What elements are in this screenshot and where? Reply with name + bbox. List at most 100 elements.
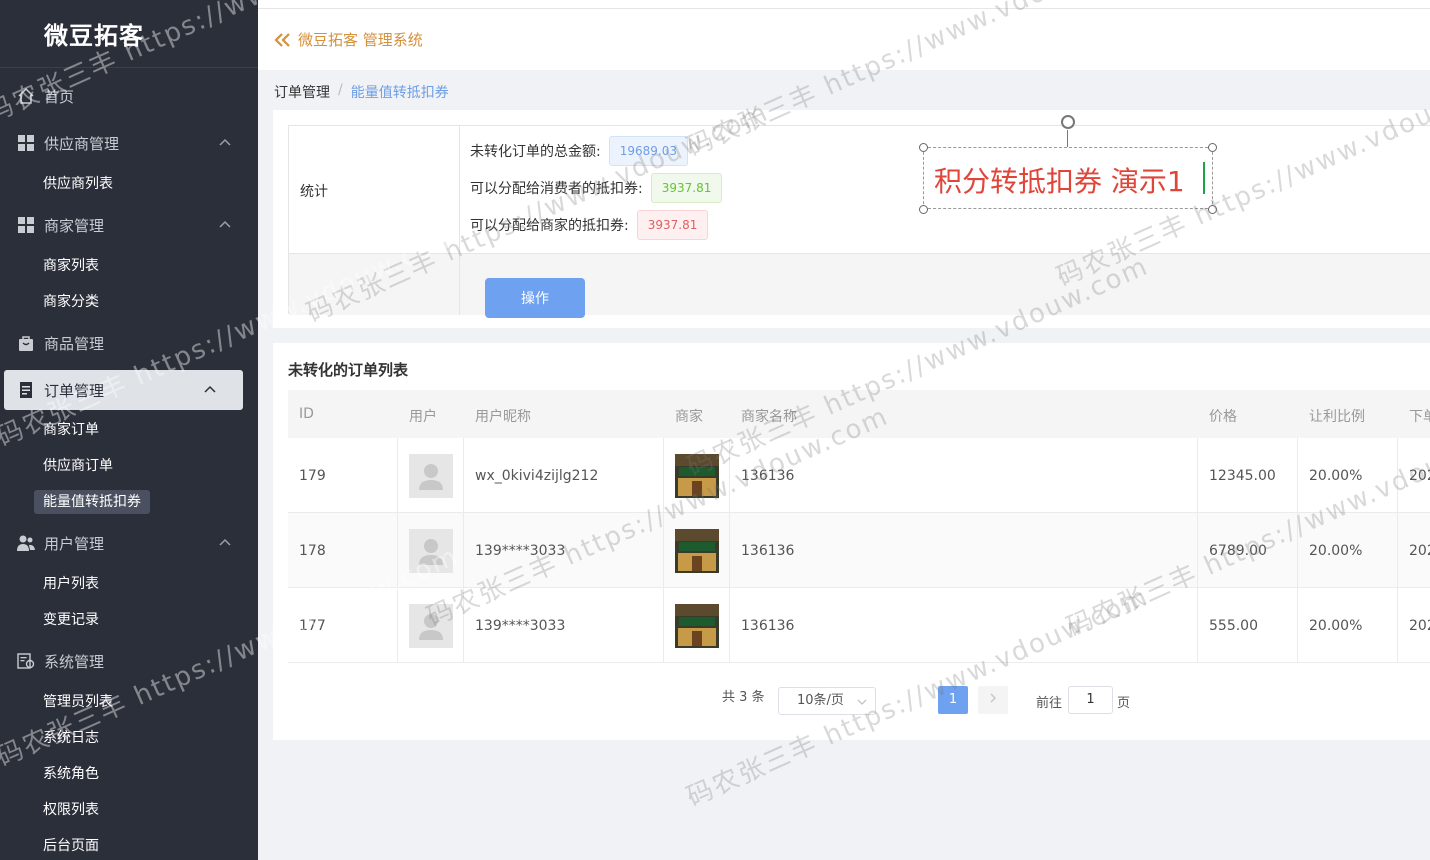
resize-handle-bottom-left[interactable] [919,205,928,214]
cell-id: 178 [288,513,398,588]
sidebar-item-system-log[interactable]: 系统日志 [43,726,99,750]
cell-merchant-name: 136136 [730,438,1198,513]
merchant-thumbnail [675,453,719,498]
table-row[interactable]: 179 wx_0kivi4zijlg212 136136 12345.00 20… [288,438,1430,513]
stats-table: 统计 未转化订单的总金额: 19689.03 可以分配给消费者的抵扣券: 393… [288,125,1430,318]
cell-price: 6789.00 [1198,513,1298,588]
sidebar-item-admin-pages[interactable]: 后台页面 [43,834,99,858]
header: 微豆拓客 管理系统 [258,8,1430,70]
chevron-down-icon [857,699,867,705]
avatar [409,528,453,573]
stat-total-badge: 19689.03 [608,136,688,166]
table-row[interactable]: 178 139****3033 136136 6789.00 20.00% 20… [288,513,1430,588]
cell-merchant [664,513,730,588]
resize-handle-bottom-right[interactable] [1208,205,1217,214]
cell-nickname: wx_0kivi4zijlg212 [464,438,664,513]
merchant-thumbnail [675,528,719,573]
col-id: ID [299,406,314,422]
sidebar-item-merchants[interactable]: 商家管理 [0,205,258,245]
stat-merchant-badge: 3937.81 [636,210,709,240]
sidebar-item-products[interactable]: 商品管理 [0,323,258,363]
stat-consumer-label: 可以分配给消费者的抵扣券: [470,181,643,197]
bag-icon [16,333,36,353]
cell-id: 179 [288,438,398,513]
collapse-sidebar-icon[interactable] [274,32,292,48]
sidebar-item-system-role[interactable]: 系统角色 [43,762,99,786]
breadcrumb: 订单管理 / 能量值转抵扣券 [274,82,449,102]
cell-user [398,438,464,513]
cell-ratio: 20.00% [1298,513,1398,588]
sidebar-item-home[interactable]: 首页 [0,76,258,116]
sidebar-item-admin-list[interactable]: 管理员列表 [43,690,113,714]
sidebar-item-user-list[interactable]: 用户列表 [43,572,99,596]
breadcrumb-separator: / [338,82,343,98]
users-icon [16,533,36,553]
page-number-current[interactable]: 1 [938,686,968,714]
home-icon [16,86,36,106]
orders-title: 未转化的订单列表 [288,361,409,379]
stats-action-row [289,253,1430,315]
sidebar-item-energy-voucher[interactable]: 能量值转抵扣券 [34,490,150,514]
sidebar-item-change-log[interactable]: 变更记录 [43,608,99,632]
sidebar-item-orders[interactable]: 订单管理 [4,370,243,410]
cell-price: 555.00 [1198,588,1298,663]
cell-user [398,513,464,588]
chevron-up-icon [219,138,231,146]
sidebar-item-system[interactable]: 系统管理 [0,641,258,681]
resize-handle-top-left[interactable] [919,143,928,152]
goto-page-input[interactable]: 1 [1068,686,1113,714]
grid-icon [16,215,36,235]
sidebar-item-merchant-list[interactable]: 商家列表 [43,254,99,278]
goto-label: 前往 [1036,696,1063,711]
col-price: 价格 [1209,409,1237,425]
stats-label: 统计 [300,184,328,200]
cell-merchant-name: 136136 [730,588,1198,663]
stats-label-cell: 统计 [289,126,460,315]
chevron-up-icon [219,220,231,228]
grid-icon [16,133,36,153]
sidebar-item-label: 商品管理 [44,334,105,353]
rotate-handle[interactable] [1061,115,1075,129]
annotation-text[interactable]: 积分转抵扣券 演示1 [934,160,1185,200]
sidebar-item-label: 商家管理 [44,216,105,235]
cell-order-time: 202 [1409,467,1430,484]
stat-merchant-label: 可以分配给商家的抵扣券: [470,218,629,234]
resize-handle-top-right[interactable] [1208,143,1217,152]
cell-ratio: 20.00% [1298,438,1398,513]
table-row[interactable]: 177 139****3033 136136 555.00 20.00% 202 [288,588,1430,663]
sidebar-item-label: 首页 [44,87,75,106]
sidebar: 微豆拓客 首页 供应商管理 供应商列表 商家管理 商家列表 商家分类 商品管理 … [0,0,258,860]
sidebar-item-users[interactable]: 用户管理 [0,523,258,563]
chevron-up-icon [219,538,231,546]
chevron-up-icon [204,385,216,393]
next-page-button[interactable] [978,686,1008,714]
sidebar-item-supplier-orders[interactable]: 供应商订单 [43,454,113,478]
operate-button[interactable]: 操作 [485,278,585,318]
sidebar-item-merchant-orders[interactable]: 商家订单 [43,418,99,442]
cell-price: 12345.00 [1198,438,1298,513]
sidebar-item-supplier-list[interactable]: 供应商列表 [43,172,113,196]
col-user: 用户 [409,409,437,425]
sidebar-item-merchant-category[interactable]: 商家分类 [43,290,99,314]
col-order-time: 下单 [1409,409,1430,425]
cell-order-time: 202 [1409,617,1430,634]
rotate-handle-line [1067,130,1068,147]
stats-card: 统计 未转化订单的总金额: 19689.03 可以分配给消费者的抵扣券: 393… [273,110,1430,328]
stat-consumer: 可以分配给消费者的抵扣券: 3937.81 [470,173,723,203]
breadcrumb-current: 能量值转抵扣券 [350,85,449,101]
sidebar-item-suppliers[interactable]: 供应商管理 [0,123,258,163]
annotation-textbox[interactable]: 积分转抵扣券 演示1 [923,147,1213,209]
sidebar-item-permission-list[interactable]: 权限列表 [43,798,99,822]
page-suffix: 页 [1117,696,1131,711]
page-size-select[interactable]: 10条/页 [778,687,876,715]
cell-merchant [664,438,730,513]
cell-nickname: 139****3033 [464,588,664,663]
sidebar-item-label: 供应商管理 [44,134,120,153]
stat-consumer-badge: 3937.81 [650,173,723,203]
app-logo: 微豆拓客 [0,0,258,68]
cell-merchant-name: 136136 [730,513,1198,588]
settings-icon [16,651,36,671]
sidebar-item-label: 系统管理 [44,652,105,671]
avatar [409,453,453,498]
breadcrumb-parent[interactable]: 订单管理 [274,82,330,102]
